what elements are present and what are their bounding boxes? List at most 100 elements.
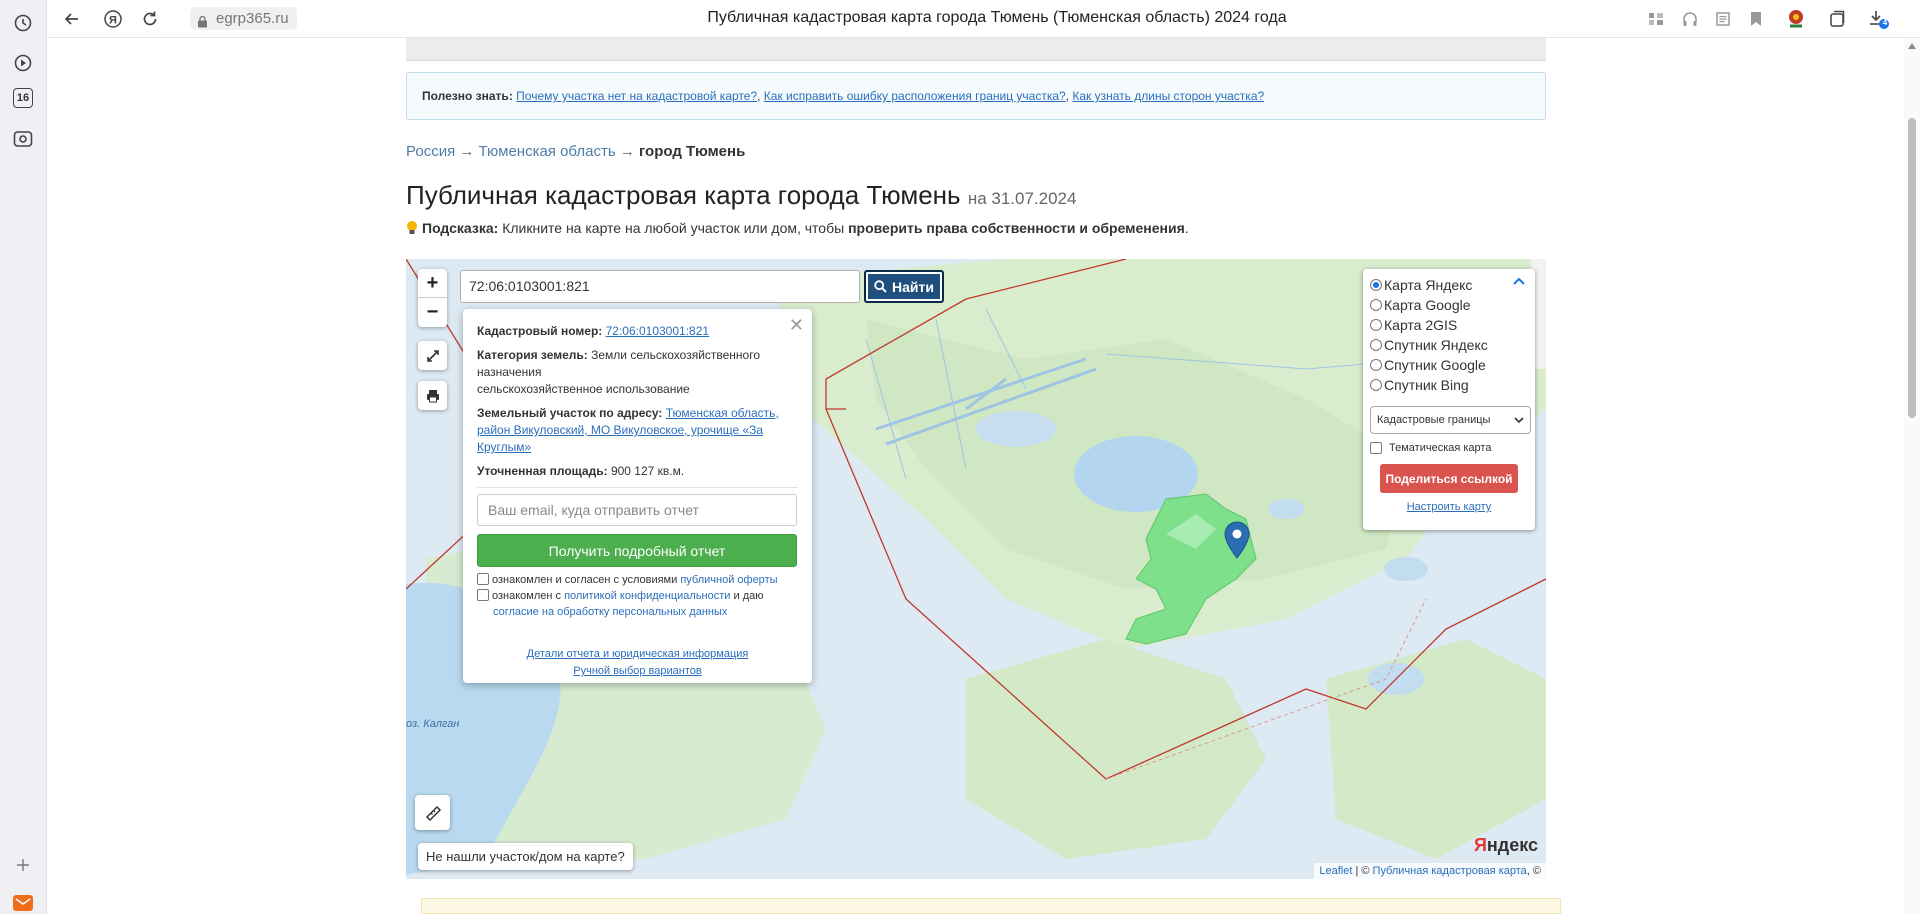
- leaflet-link[interactable]: Leaflet: [1319, 865, 1352, 877]
- radio-yandex-map[interactable]: [1370, 279, 1382, 291]
- radio-google-satellite[interactable]: [1370, 359, 1382, 371]
- layer-option-yandex-satellite[interactable]: Спутник Яндекс: [1370, 335, 1528, 355]
- tab-groups-icon[interactable]: [1644, 7, 1668, 31]
- area-value: 900 127 кв.м.: [610, 464, 685, 478]
- parcel-popup: ✕ Кадастровый номер: 72:06:0103001:821 К…: [463, 309, 812, 683]
- layer-label: Спутник Bing: [1384, 377, 1469, 393]
- zoom-out-button[interactable]: −: [418, 298, 447, 327]
- ruler-button[interactable]: [415, 795, 450, 830]
- layer-option-google-map[interactable]: Карта Google: [1370, 295, 1528, 315]
- page-title-text: Публичная кадастровая карта города Тюмен…: [406, 180, 961, 210]
- history-icon[interactable]: [10, 10, 36, 36]
- overlay-select[interactable]: Кадастровые границы: [1370, 406, 1531, 434]
- find-button-label: Найти: [892, 278, 934, 295]
- manual-selection-link[interactable]: Ручной выбор вариантов: [573, 665, 701, 677]
- breadcrumb-current: город Тюмень: [638, 143, 746, 160]
- address-row: Земельный участок по адресу: Тюменская о…: [477, 405, 798, 456]
- screenshot-icon[interactable]: [10, 126, 36, 152]
- reader-icon[interactable]: [1711, 7, 1735, 31]
- svg-text:Я: Я: [109, 15, 117, 27]
- close-icon[interactable]: ✕: [789, 315, 804, 336]
- layer-option-yandex-map[interactable]: Карта Яндекс: [1370, 275, 1528, 295]
- map-attribution: Leaflet | © Публичная кадастровая карта,…: [1314, 863, 1546, 879]
- bookmark-icon[interactable]: [1744, 7, 1768, 31]
- breadcrumb: Россия → Тюменская область → город Тюмен…: [406, 143, 745, 160]
- downloads-icon[interactable]: 4: [1867, 7, 1891, 31]
- back-icon[interactable]: [60, 7, 84, 31]
- headphones-icon[interactable]: [1678, 7, 1702, 31]
- calendar-badge[interactable]: 16: [13, 88, 33, 108]
- page-scrollbar[interactable]: [1904, 38, 1920, 914]
- layer-option-google-satellite[interactable]: Спутник Google: [1370, 355, 1528, 375]
- zoom-in-button[interactable]: +: [418, 269, 447, 298]
- lightbulb-icon: [406, 220, 418, 239]
- thematic-map-checkbox[interactable]: [1370, 442, 1382, 454]
- cadastral-number-label: Кадастровый номер:: [477, 324, 603, 338]
- layer-label: Карта 2GIS: [1384, 317, 1458, 333]
- info-link-1[interactable]: Почему участка нет на кадастровой карте?: [516, 89, 757, 103]
- search-icon: [874, 280, 887, 293]
- scrollbar-thumb[interactable]: [1908, 118, 1916, 418]
- cadastral-map[interactable]: + − 72:06:0103001:821 Найти ✕ Кадастровы…: [406, 259, 1546, 879]
- lock-icon: [197, 12, 208, 35]
- breadcrumb-russia[interactable]: Россия: [406, 143, 455, 160]
- layer-switcher: Карта Яндекс Карта Google Карта 2GIS Спу…: [1363, 269, 1535, 530]
- hint-label: Подсказка:: [422, 220, 499, 236]
- yandex-logo-letter: Я: [1473, 835, 1487, 855]
- radio-2gis-map[interactable]: [1370, 319, 1382, 331]
- address-label: Земельный участок по адресу:: [477, 406, 663, 420]
- fullscreen-button[interactable]: [418, 341, 447, 370]
- address-bar[interactable]: egrp365.ru: [190, 7, 297, 30]
- not-found-button[interactable]: Не нашли участок/дом на карте?: [418, 843, 633, 870]
- play-icon[interactable]: [10, 50, 36, 76]
- yandex-icon[interactable]: Я: [101, 7, 125, 31]
- privacy-text: ознакомлен с: [492, 590, 562, 602]
- hint-text: Кликните на карте на любой участок или д…: [502, 220, 845, 236]
- layer-option-bing-satellite[interactable]: Спутник Bing: [1370, 375, 1528, 395]
- layer-label: Спутник Google: [1384, 357, 1486, 373]
- radio-bing-satellite[interactable]: [1370, 379, 1382, 391]
- get-report-button[interactable]: Получить подробный отчет: [477, 534, 797, 567]
- print-button[interactable]: [418, 381, 447, 410]
- area-row: Уточненная площадь: 900 127 кв.м.: [477, 463, 798, 480]
- overlay-select-value: Кадастровые границы: [1377, 414, 1491, 426]
- offer-agreement-checkbox-row: ознакомлен и согласен с условиями публич…: [477, 572, 798, 588]
- breadcrumb-region[interactable]: Тюменская область: [479, 143, 616, 160]
- thematic-map-checkbox-row[interactable]: Тематическая карта: [1370, 442, 1528, 454]
- chevron-up-icon[interactable]: [1513, 277, 1525, 285]
- chevron-down-icon: [1514, 416, 1524, 423]
- browser-sidebar: 16: [0, 0, 47, 914]
- add-panel-icon[interactable]: [10, 852, 36, 878]
- hint: Подсказка: Кликните на карте на любой уч…: [406, 220, 1189, 239]
- downloads-badge: 4: [1882, 18, 1888, 27]
- page-title-date: на 31.07.2024: [967, 189, 1077, 208]
- messenger-icon[interactable]: [10, 890, 36, 914]
- privacy-policy-link[interactable]: политикой конфиденциальности: [564, 590, 730, 602]
- share-link-button[interactable]: Поделиться ссылкой: [1380, 464, 1518, 493]
- layer-label: Спутник Яндекс: [1384, 337, 1488, 353]
- radio-yandex-satellite[interactable]: [1370, 339, 1382, 351]
- cadastral-search-input[interactable]: 72:06:0103001:821: [460, 270, 860, 303]
- reload-icon[interactable]: [138, 7, 162, 31]
- public-offer-link[interactable]: публичной оферты: [680, 574, 777, 586]
- offer-checkbox[interactable]: [477, 573, 489, 585]
- location-marker-icon[interactable]: [1224, 521, 1250, 559]
- info-link-2[interactable]: Как исправить ошибку расположения границ…: [764, 89, 1066, 103]
- ruler-icon: [425, 805, 441, 821]
- email-field[interactable]: Ваш email, куда отправить отчет: [477, 494, 797, 526]
- configure-map-link[interactable]: Настроить карту: [1370, 501, 1528, 513]
- land-use-value: сельскохозяйственное использование: [477, 382, 690, 396]
- info-link-3[interactable]: Как узнать длины сторон участка?: [1072, 89, 1264, 103]
- cadastral-number-link[interactable]: 72:06:0103001:821: [606, 324, 709, 338]
- privacy-checkbox[interactable]: [477, 589, 489, 601]
- scroll-up-icon[interactable]: [1907, 42, 1917, 50]
- pkk-link[interactable]: Публичная кадастровая карта: [1373, 865, 1527, 877]
- collections-icon[interactable]: [1825, 7, 1849, 31]
- extension-icon[interactable]: [1784, 7, 1808, 31]
- report-details-link[interactable]: Детали отчета и юридическая информация: [527, 648, 749, 660]
- find-button[interactable]: Найти: [864, 270, 944, 303]
- page-title: Публичная кадастровая карта города Тюмен…: [406, 180, 1076, 211]
- layer-option-2gis-map[interactable]: Карта 2GIS: [1370, 315, 1528, 335]
- radio-google-map[interactable]: [1370, 299, 1382, 311]
- personal-data-consent-link[interactable]: согласие на обработку персональных данны…: [493, 606, 727, 618]
